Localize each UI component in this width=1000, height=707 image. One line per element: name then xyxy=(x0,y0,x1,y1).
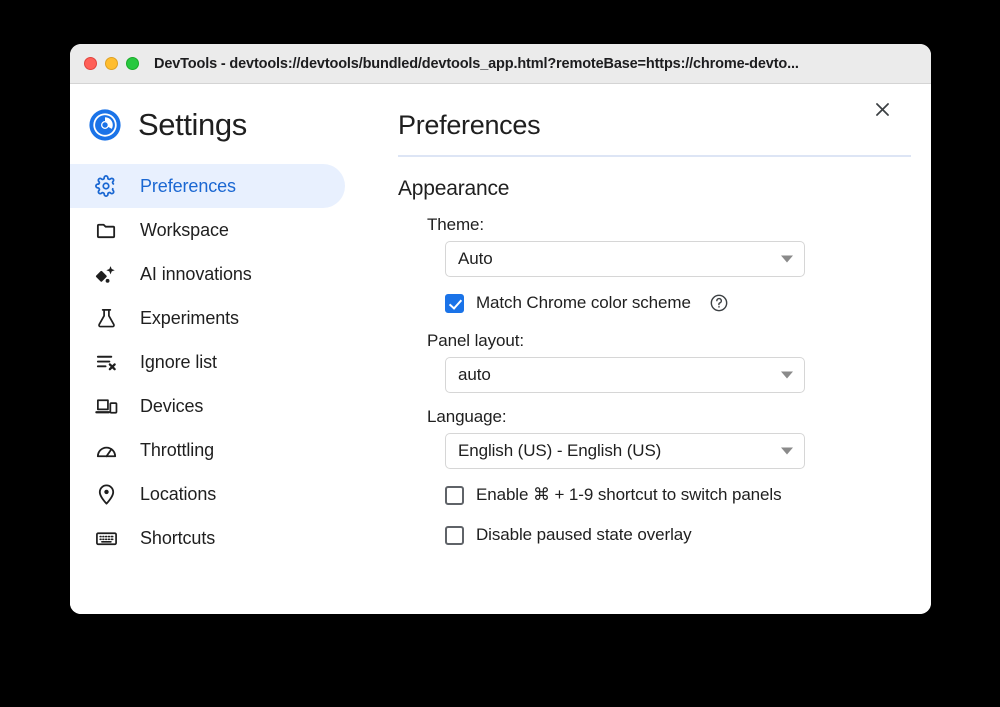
sidebar-item-experiments[interactable]: Experiments xyxy=(70,296,380,340)
folder-icon xyxy=(94,218,118,242)
disable-paused-overlay-row[interactable]: Disable paused state overlay xyxy=(445,523,895,547)
location-pin-icon xyxy=(94,482,118,506)
match-chrome-color-scheme-row[interactable]: Match Chrome color scheme xyxy=(445,291,895,315)
traffic-light-group xyxy=(84,57,139,70)
sidebar-item-ai-innovations[interactable]: AI innovations xyxy=(70,252,380,296)
panel-header: Preferences xyxy=(398,110,895,157)
window-body: Settings Preferences xyxy=(70,84,931,614)
sidebar-item-label: Ignore list xyxy=(140,352,217,373)
language-select-value: English (US) - English (US) xyxy=(458,441,661,461)
sidebar-item-label: Locations xyxy=(140,484,216,505)
settings-sidebar: Settings Preferences xyxy=(70,84,380,614)
sidebar-item-locations[interactable]: Locations xyxy=(70,472,380,516)
enable-panel-shortcut-checkbox[interactable] xyxy=(445,486,464,505)
settings-brand: Settings xyxy=(70,94,380,156)
sidebar-item-label: AI innovations xyxy=(140,264,252,285)
gear-icon xyxy=(94,174,118,198)
keyboard-icon xyxy=(94,526,118,550)
settings-nav: Preferences Workspace xyxy=(70,164,380,560)
sidebar-item-shortcuts[interactable]: Shortcuts xyxy=(70,516,380,560)
language-select[interactable]: English (US) - English (US) xyxy=(445,433,805,469)
panel-layout-select[interactable]: auto xyxy=(445,357,805,393)
chevron-down-icon xyxy=(781,372,793,379)
disable-paused-overlay-checkbox[interactable] xyxy=(445,526,464,545)
sidebar-item-devices[interactable]: Devices xyxy=(70,384,380,428)
sidebar-item-ignore-list[interactable]: Ignore list xyxy=(70,340,380,384)
chrome-devtools-logo-icon xyxy=(88,108,122,142)
appearance-fields: Theme: Auto Match Chrome color scheme xyxy=(427,215,895,547)
sidebar-item-throttling[interactable]: Throttling xyxy=(70,428,380,472)
sidebar-item-label: Throttling xyxy=(140,440,214,461)
close-window-button[interactable] xyxy=(84,57,97,70)
sidebar-item-label: Experiments xyxy=(140,308,239,329)
flask-icon xyxy=(94,306,118,330)
panel-layout-label: Panel layout: xyxy=(427,331,895,351)
sparkle-icon xyxy=(94,262,118,286)
window-titlebar: DevTools - devtools://devtools/bundled/d… xyxy=(70,44,931,84)
screenshot-canvas: DevTools - devtools://devtools/bundled/d… xyxy=(0,0,1000,707)
help-circle-icon[interactable] xyxy=(709,293,729,313)
window-title: DevTools - devtools://devtools/bundled/d… xyxy=(154,56,799,72)
chevron-down-icon xyxy=(781,256,793,263)
section-title-appearance: Appearance xyxy=(398,177,895,201)
devices-icon xyxy=(94,394,118,418)
panel-layout-select-value: auto xyxy=(458,365,491,385)
devtools-settings-window: DevTools - devtools://devtools/bundled/d… xyxy=(70,44,931,614)
sidebar-item-label: Preferences xyxy=(140,176,236,197)
sidebar-item-workspace[interactable]: Workspace xyxy=(70,208,380,252)
sidebar-item-label: Devices xyxy=(140,396,203,417)
disable-paused-overlay-label: Disable paused state overlay xyxy=(476,525,692,545)
match-chrome-color-scheme-checkbox[interactable] xyxy=(445,294,464,313)
minimize-window-button[interactable] xyxy=(105,57,118,70)
settings-title: Settings xyxy=(138,107,247,143)
close-icon xyxy=(873,100,892,124)
speedometer-icon xyxy=(94,438,118,462)
match-chrome-color-scheme-label: Match Chrome color scheme xyxy=(476,293,691,313)
enable-panel-shortcut-label: Enable ⌘ + 1-9 shortcut to switch panels xyxy=(476,485,781,505)
close-settings-button[interactable] xyxy=(868,98,896,126)
theme-label: Theme: xyxy=(427,215,895,235)
preferences-panel: Preferences Appearance Theme: xyxy=(380,84,931,614)
chevron-down-icon xyxy=(781,448,793,455)
sidebar-item-label: Workspace xyxy=(140,220,229,241)
language-label: Language: xyxy=(427,407,895,427)
header-divider xyxy=(398,155,911,157)
theme-select[interactable]: Auto xyxy=(445,241,805,277)
sidebar-item-label: Shortcuts xyxy=(140,528,215,549)
theme-select-value: Auto xyxy=(458,249,493,269)
zoom-window-button[interactable] xyxy=(126,57,139,70)
list-x-icon xyxy=(94,350,118,374)
page-title: Preferences xyxy=(398,110,855,141)
sidebar-item-preferences[interactable]: Preferences xyxy=(70,164,345,208)
enable-panel-shortcut-row[interactable]: Enable ⌘ + 1-9 shortcut to switch panels xyxy=(445,483,895,507)
